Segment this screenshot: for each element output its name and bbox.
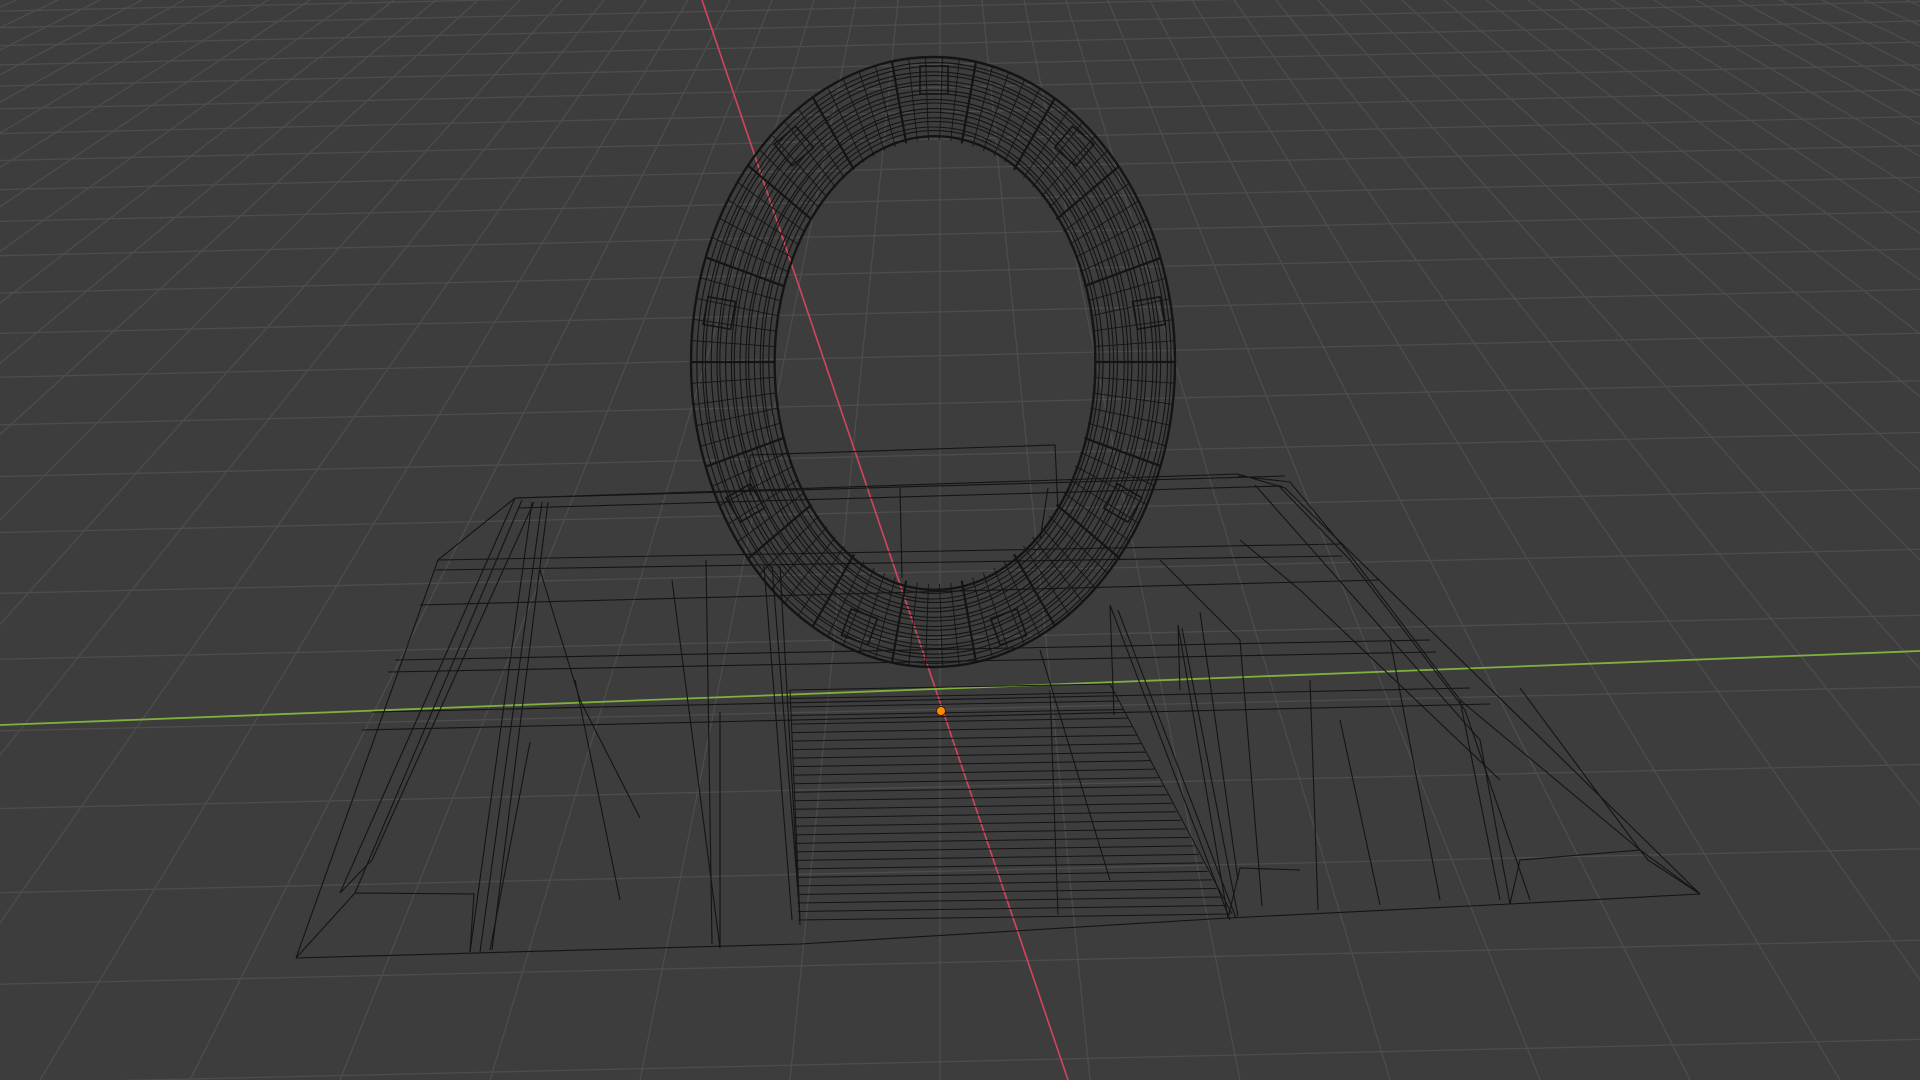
3d-viewport[interactable]	[0, 0, 1920, 1080]
viewport-canvas[interactable]	[0, 0, 1920, 1080]
object-origin-dot[interactable]	[936, 706, 946, 716]
